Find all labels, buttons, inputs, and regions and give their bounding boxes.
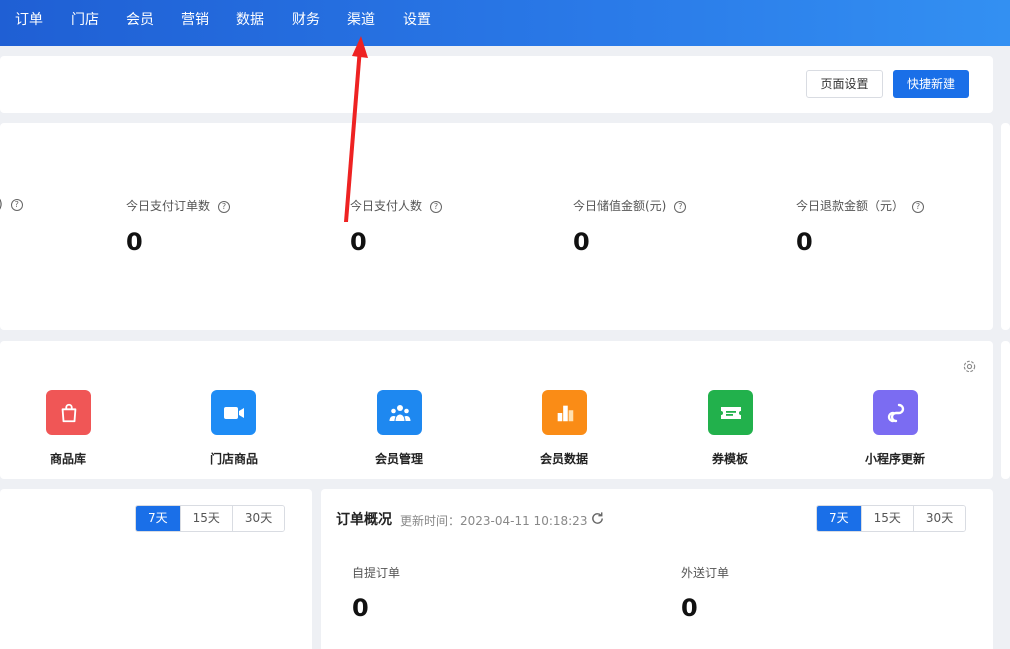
- ticket-icon: [720, 406, 741, 419]
- range-30-days[interactable]: 30天: [912, 506, 966, 531]
- shopping-bag-icon: [61, 403, 76, 422]
- tile-label-member-data[interactable]: 会员数据: [514, 450, 614, 467]
- range-7-days[interactable]: 7天: [817, 506, 861, 531]
- quick-entry-card-right-edge: [1001, 341, 1010, 479]
- page-settings-button[interactable]: 页面设置: [806, 70, 883, 98]
- stat-value-paid-users: 0: [350, 228, 367, 256]
- help-icon[interactable]: ?: [674, 201, 687, 213]
- quick-create-button[interactable]: 快捷新建: [893, 70, 969, 98]
- tile-miniprogram-update[interactable]: [873, 390, 918, 435]
- range-15-days[interactable]: 15天: [179, 506, 232, 531]
- stat-value-refund: 0: [796, 228, 813, 256]
- pickup-orders-label: 自提订单: [352, 566, 401, 580]
- stat-value-paid-orders: 0: [126, 228, 143, 256]
- delivery-orders-value: 0: [681, 594, 698, 622]
- nav-item-data[interactable]: 数据: [236, 0, 264, 46]
- top-nav: 订单 门店 会员 营销 数据 财务 渠道 设置: [0, 0, 1010, 46]
- left-range-selector: 7天 15天 30天: [135, 505, 286, 532]
- order-range-selector: 7天 15天 30天: [816, 505, 967, 532]
- nav-item-stores[interactable]: 门店: [71, 0, 99, 46]
- pickup-orders-value: 0: [352, 594, 369, 622]
- members-icon: [389, 404, 410, 421]
- nav-item-finance[interactable]: 财务: [292, 0, 320, 46]
- tile-label-coupon-template[interactable]: 券模板: [680, 450, 780, 467]
- nav-item-orders[interactable]: 订单: [15, 0, 43, 46]
- help-icon[interactable]: ?: [430, 201, 443, 213]
- stat-label-paid-orders: 今日支付订单数?: [126, 197, 231, 214]
- video-camera-icon: [223, 406, 244, 419]
- delivery-orders-label: 外送订单: [681, 566, 730, 580]
- stat-label-paid-users: 今日支付人数?: [350, 197, 443, 214]
- refresh-icon[interactable]: [590, 511, 605, 526]
- tile-member-data[interactable]: [542, 390, 587, 435]
- stat-label-text: 今日支付订单数: [126, 199, 211, 213]
- tile-label-member-management[interactable]: 会员管理: [349, 450, 449, 467]
- nav-item-members[interactable]: 会员: [126, 0, 154, 46]
- tile-label-store-products[interactable]: 门店商品: [184, 450, 284, 467]
- tile-label-miniprogram-update[interactable]: 小程序更新: [845, 450, 945, 467]
- tile-coupon-template[interactable]: [708, 390, 753, 435]
- stat-value-stored-value: 0: [573, 228, 590, 256]
- tile-member-management[interactable]: [377, 390, 422, 435]
- nav-item-marketing[interactable]: 营销: [181, 0, 209, 46]
- link-icon: [887, 403, 904, 422]
- order-overview-title: 订单概况: [336, 512, 392, 528]
- help-icon[interactable]: ?: [218, 201, 231, 213]
- gear-icon[interactable]: [962, 359, 977, 374]
- nav-item-channels[interactable]: 渠道: [347, 0, 375, 46]
- stat-label-refund: 今日退款金额（元）?: [796, 197, 925, 214]
- tile-label-product-library[interactable]: 商品库: [18, 450, 118, 467]
- range-30-days[interactable]: 30天: [231, 506, 285, 531]
- stat-label-cut: )?: [0, 197, 23, 211]
- stat-label-text: ): [0, 197, 3, 211]
- range-15-days[interactable]: 15天: [860, 506, 913, 531]
- tile-store-products[interactable]: [211, 390, 256, 435]
- help-icon[interactable]: ?: [912, 201, 925, 213]
- stats-card: [0, 123, 993, 330]
- stats-card-right-edge: [1001, 123, 1010, 330]
- help-icon[interactable]: ?: [10, 199, 23, 211]
- stat-label-text: 今日储值金额(元): [573, 199, 667, 213]
- tile-product-library[interactable]: [46, 390, 91, 435]
- order-overview-updated-time: 更新时间：2023-04-11 10:18:23: [400, 514, 588, 528]
- stat-label-text: 今日退款金额（元）: [796, 199, 905, 213]
- nav-item-settings[interactable]: 设置: [403, 0, 431, 46]
- bar-chart-icon: [557, 405, 573, 421]
- range-7-days[interactable]: 7天: [136, 506, 180, 531]
- stat-label-text: 今日支付人数: [350, 199, 423, 213]
- stat-label-stored-value: 今日储值金额(元)?: [573, 197, 687, 214]
